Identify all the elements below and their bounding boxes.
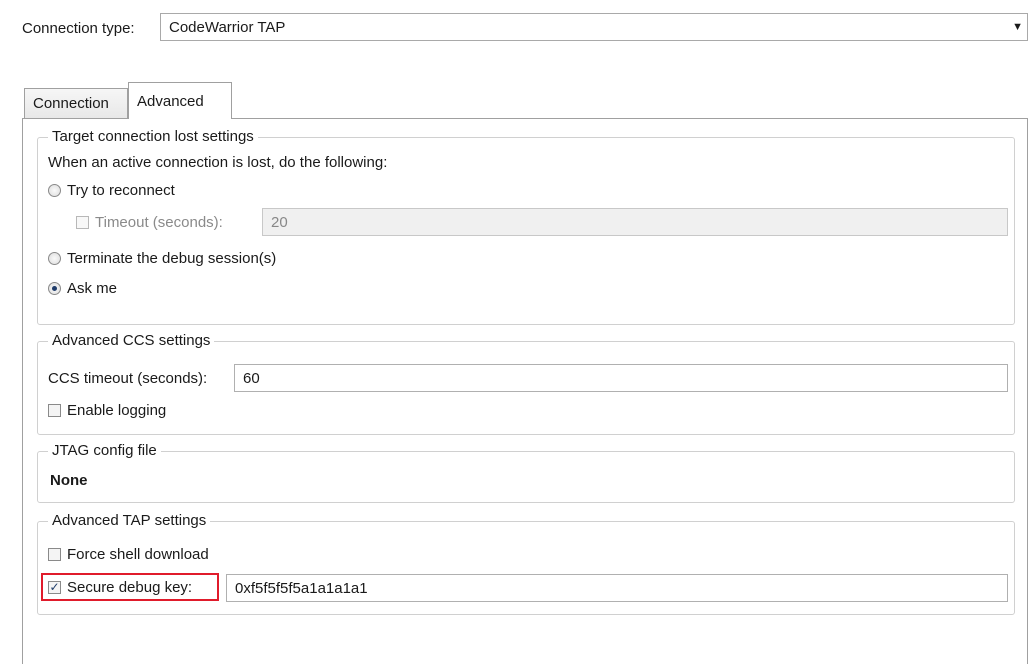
enable-logging-label: Enable logging xyxy=(67,402,167,419)
tab-advanced[interactable]: Advanced xyxy=(128,82,232,119)
timeout-option[interactable]: Timeout (seconds): xyxy=(76,214,223,231)
timeout-input[interactable]: 20 xyxy=(262,208,1008,236)
secure-debug-option[interactable]: ✓ Secure debug key: xyxy=(48,579,192,596)
tab-connection[interactable]: Connection xyxy=(24,88,128,118)
jtag-config-value: None xyxy=(50,472,88,489)
terminate-option[interactable]: Terminate the debug session(s) xyxy=(48,250,276,267)
timeout-value: 20 xyxy=(271,213,288,231)
terminate-radio[interactable] xyxy=(48,252,61,265)
connection-type-select[interactable]: CodeWarrior TAP ▼ xyxy=(160,13,1028,41)
tap-settings-legend: Advanced TAP settings xyxy=(48,512,211,529)
try-reconnect-label: Try to reconnect xyxy=(67,182,175,199)
try-reconnect-radio[interactable] xyxy=(48,184,61,197)
ccs-settings-group: Advanced CCS settings CCS timeout (secon… xyxy=(37,332,1015,435)
secure-debug-label: Secure debug key: xyxy=(67,579,193,596)
enable-logging-checkbox[interactable] xyxy=(48,404,61,417)
advanced-panel: Target connection lost settings When an … xyxy=(22,118,1028,664)
tap-settings-group: Advanced TAP settings Force shell downlo… xyxy=(37,512,1015,615)
ccs-timeout-label: CCS timeout (seconds): xyxy=(48,370,208,387)
connection-lost-group: Target connection lost settings When an … xyxy=(37,128,1015,325)
connection-lost-description: When an active connection is lost, do th… xyxy=(48,154,388,171)
secure-debug-checkbox[interactable]: ✓ xyxy=(48,581,61,594)
ccs-settings-legend: Advanced CCS settings xyxy=(48,332,215,349)
ccs-timeout-input[interactable]: 60 xyxy=(234,364,1008,392)
ask-me-option[interactable]: Ask me xyxy=(48,280,117,297)
force-shell-checkbox[interactable] xyxy=(48,548,61,561)
tab-connection-label: Connection xyxy=(33,95,109,112)
connection-type-label: Connection type: xyxy=(22,20,135,37)
jtag-config-legend: JTAG config file xyxy=(48,442,161,459)
try-reconnect-option[interactable]: Try to reconnect xyxy=(48,182,175,199)
timeout-checkbox[interactable] xyxy=(76,216,89,229)
dropdown-arrow-icon[interactable]: ▼ xyxy=(1012,21,1023,33)
force-shell-label: Force shell download xyxy=(67,546,209,563)
secure-debug-input[interactable]: 0xf5f5f5f5a1a1a1a1 xyxy=(226,574,1008,602)
force-shell-option[interactable]: Force shell download xyxy=(48,546,209,563)
ccs-timeout-value: 60 xyxy=(243,369,260,387)
ask-me-label: Ask me xyxy=(67,280,118,297)
timeout-label: Timeout (seconds): xyxy=(95,214,223,231)
jtag-config-group: JTAG config file None xyxy=(37,442,1015,503)
terminate-label: Terminate the debug session(s) xyxy=(67,250,277,267)
tab-advanced-label: Advanced xyxy=(137,92,204,110)
enable-logging-option[interactable]: Enable logging xyxy=(48,402,166,419)
connection-lost-legend: Target connection lost settings xyxy=(48,128,258,145)
ask-me-radio[interactable] xyxy=(48,282,61,295)
secure-debug-value: 0xf5f5f5f5a1a1a1a1 xyxy=(235,579,368,597)
connection-type-value: CodeWarrior TAP xyxy=(169,18,286,36)
